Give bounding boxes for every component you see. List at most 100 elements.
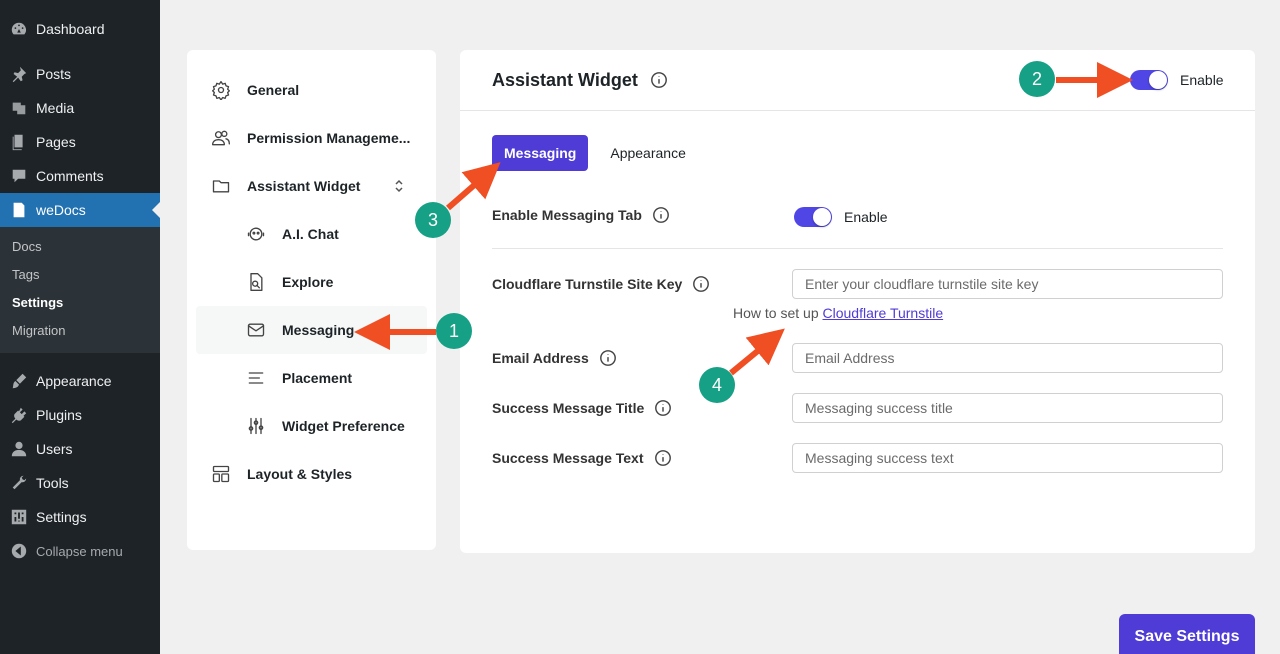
pin-icon: [10, 65, 28, 83]
menu-label: Appearance: [36, 373, 112, 389]
menu-item-users[interactable]: Users: [0, 432, 160, 466]
annotation-badge-1: 1: [436, 313, 472, 349]
menu-item-comments[interactable]: Comments: [0, 159, 160, 193]
messaging-enable-toggle[interactable]: [794, 207, 832, 227]
menu-label: Tools: [36, 475, 69, 491]
field-label: Success Message Title: [492, 400, 645, 416]
menu-item-appearance[interactable]: Appearance: [0, 364, 160, 398]
menu-label: Media: [36, 100, 75, 116]
sliders-icon: [245, 415, 267, 437]
collapse-menu-button[interactable]: Collapse menu: [0, 534, 160, 568]
submenu-settings[interactable]: Settings: [0, 289, 160, 317]
menu-label: Posts: [36, 66, 72, 82]
nav-item-placement[interactable]: Placement: [187, 354, 436, 402]
howto-prefix: How to set up: [733, 305, 823, 321]
info-icon[interactable]: [599, 349, 617, 367]
submenu-migration[interactable]: Migration: [0, 317, 160, 345]
menu-label: Collapse menu: [36, 543, 123, 559]
nav-label: Placement: [282, 370, 353, 386]
info-icon[interactable]: [654, 399, 672, 417]
success-title-row: Success Message Title: [492, 399, 672, 417]
assistant-widget-panel: Assistant Widget Enable Messaging Appear…: [460, 50, 1255, 553]
nav-label: General: [247, 82, 300, 98]
menu-label: Settings: [36, 509, 87, 525]
admin-sidebar: Dashboard Posts Media Pages Comments weD…: [0, 0, 160, 654]
menu-item-plugins[interactable]: Plugins: [0, 398, 160, 432]
tab-appearance[interactable]: Appearance: [594, 135, 702, 171]
page-title: Assistant Widget: [492, 69, 638, 90]
success-text-row: Success Message Text: [492, 449, 672, 467]
docs-icon: [10, 201, 28, 219]
info-icon[interactable]: [692, 275, 710, 293]
users-icon: [210, 127, 232, 149]
gear-icon: [210, 79, 232, 101]
turnstile-key-row: Cloudflare Turnstile Site Key: [492, 275, 710, 293]
menu-item-settings[interactable]: Settings: [0, 500, 160, 534]
settings-nav-panel: General Permission Manageme... Assistant…: [187, 50, 436, 550]
email-input[interactable]: [792, 343, 1223, 373]
field-label: Success Message Text: [492, 450, 644, 466]
nav-label: A.I. Chat: [282, 226, 339, 242]
enable-messaging-row: Enable Messaging Tab: [492, 206, 670, 224]
nav-label: Explore: [282, 274, 334, 290]
nav-label: Assistant Widget: [247, 178, 361, 194]
field-label: Email Address: [492, 350, 589, 366]
nav-item-general[interactable]: General: [187, 66, 436, 114]
info-icon[interactable]: [652, 206, 670, 224]
annotation-badge-3: 3: [415, 202, 451, 238]
nav-item-messaging[interactable]: Messaging: [196, 306, 427, 354]
annotation-badge-2: 2: [1019, 61, 1055, 97]
menu-label: Pages: [36, 134, 76, 150]
brush-icon: [10, 372, 28, 390]
wrench-icon: [10, 474, 28, 492]
nav-item-widget-preference[interactable]: Widget Preference: [187, 402, 436, 450]
menu-item-tools[interactable]: Tools: [0, 466, 160, 500]
folder-icon: [210, 175, 232, 197]
menu-label: Dashboard: [36, 21, 105, 37]
turnstile-key-input[interactable]: [792, 269, 1223, 299]
menu-label: weDocs: [36, 202, 86, 218]
nav-label: Layout & Styles: [247, 466, 353, 482]
submenu-docs[interactable]: Docs: [0, 233, 160, 261]
dashboard-icon: [10, 20, 28, 38]
widget-enable-switch: Enable: [1130, 70, 1224, 90]
success-title-input[interactable]: [792, 393, 1223, 423]
field-label: Cloudflare Turnstile Site Key: [492, 276, 683, 292]
howto-text: How to set up Cloudflare Turnstile: [733, 305, 943, 321]
layout-icon: [210, 463, 232, 485]
menu-item-pages[interactable]: Pages: [0, 125, 160, 159]
comment-icon: [10, 167, 28, 185]
save-settings-button[interactable]: Save Settings: [1119, 614, 1255, 654]
nav-item-layout-styles[interactable]: Layout & Styles: [187, 450, 436, 498]
cloudflare-turnstile-link[interactable]: Cloudflare Turnstile: [823, 305, 944, 321]
info-icon[interactable]: [650, 71, 668, 89]
nav-item-assistant-widget[interactable]: Assistant Widget: [187, 162, 436, 210]
menu-label: Users: [36, 441, 73, 457]
widget-enable-toggle[interactable]: [1130, 70, 1168, 90]
nav-item-explore[interactable]: Explore: [187, 258, 436, 306]
settings-icon: [10, 508, 28, 526]
menu-item-wedocs[interactable]: weDocs: [0, 193, 160, 227]
divider: [492, 248, 1223, 249]
lines-icon: [245, 367, 267, 389]
nav-label: Messaging: [282, 322, 355, 338]
robot-icon: [245, 223, 267, 245]
wedocs-submenu: Docs Tags Settings Migration: [0, 227, 160, 353]
nav-label: Widget Preference: [282, 418, 405, 434]
menu-item-dashboard[interactable]: Dashboard: [0, 12, 160, 46]
email-row: Email Address: [492, 349, 617, 367]
submenu-tags[interactable]: Tags: [0, 261, 160, 289]
media-icon: [10, 99, 28, 117]
panel-header: Assistant Widget Enable: [460, 50, 1255, 111]
plug-icon: [10, 406, 28, 424]
tab-messaging[interactable]: Messaging: [492, 135, 589, 171]
nav-item-permission-management[interactable]: Permission Manageme...: [187, 114, 436, 162]
menu-item-media[interactable]: Media: [0, 91, 160, 125]
success-text-input[interactable]: [792, 443, 1223, 473]
envelope-icon: [245, 319, 267, 341]
explore-icon: [245, 271, 267, 293]
info-icon[interactable]: [654, 449, 672, 467]
nav-item-ai-chat[interactable]: A.I. Chat: [187, 210, 436, 258]
menu-item-posts[interactable]: Posts: [0, 57, 160, 91]
chevron-updown-icon[interactable]: [392, 178, 406, 194]
